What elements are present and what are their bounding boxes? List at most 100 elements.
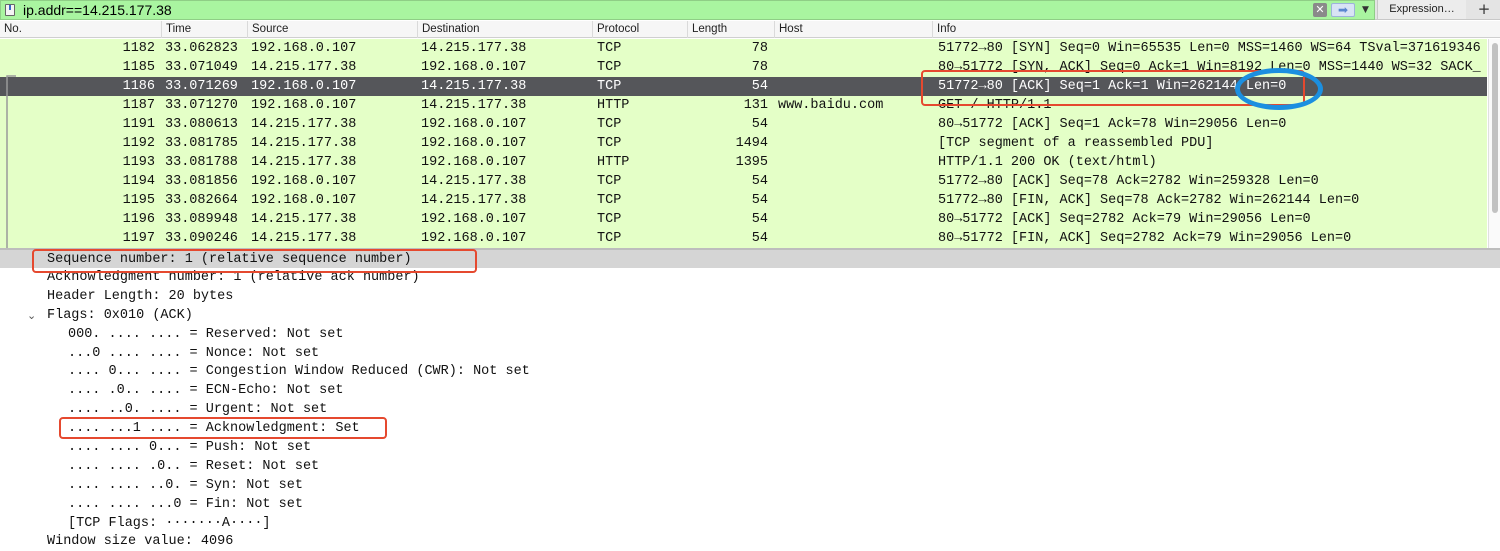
packet-no: 1195	[122, 193, 155, 208]
packet-info: 51772→80 [SYN] Seq=0 Win=65535 Len=0 MSS…	[938, 41, 1481, 56]
column-header-length[interactable]: Length	[687, 21, 774, 38]
packet-destination: 14.215.177.38	[421, 79, 527, 94]
related-packet-bracket-icon	[6, 75, 16, 248]
packet-protocol: TCP	[597, 231, 622, 246]
packet-time: 33.082664	[165, 193, 238, 208]
packet-destination: 14.215.177.38	[421, 98, 527, 113]
filter-bookmark-icon[interactable]	[5, 4, 15, 16]
flag-reserved[interactable]: 000. .... .... = Reserved: Not set	[68, 325, 343, 344]
packet-protocol: TCP	[597, 212, 622, 227]
packet-length: 78	[751, 41, 768, 56]
packet-host	[778, 172, 928, 191]
packet-length: 1395	[735, 155, 768, 170]
scrollbar-thumb[interactable]	[1492, 43, 1498, 213]
packet-no: 1185	[122, 60, 155, 75]
flag-reset[interactable]: .... .... .0.. = Reset: Not set	[68, 457, 319, 476]
packet-source: 14.215.177.38	[251, 60, 357, 75]
packet-info: HTTP/1.1 200 OK (text/html)	[938, 155, 1157, 170]
packet-protocol: TCP	[597, 41, 622, 56]
packet-protocol: HTTP	[597, 98, 630, 113]
packet-row[interactable]: 1192 33.081785 14.215.177.38 192.168.0.1…	[0, 134, 1487, 153]
column-header-source[interactable]: Source	[247, 21, 417, 38]
packet-time: 33.090246	[165, 231, 238, 246]
packet-details-pane: Sequence number: 1 (relative sequence nu…	[0, 250, 1500, 551]
display-filter-input[interactable]	[23, 1, 1303, 19]
packet-source: 14.215.177.38	[251, 117, 357, 132]
packet-row[interactable]: 1197 33.090246 14.215.177.38 192.168.0.1…	[0, 229, 1487, 248]
annotation-ack-flag-highlight	[59, 417, 387, 439]
packet-protocol: TCP	[597, 193, 622, 208]
packet-time: 33.081785	[165, 136, 238, 151]
packet-protocol: HTTP	[597, 155, 630, 170]
packet-time: 33.089948	[165, 212, 238, 227]
packet-source: 14.215.177.38	[251, 212, 357, 227]
filter-history-dropdown-icon[interactable]: ▼	[1362, 3, 1372, 17]
packet-time: 33.071270	[165, 98, 238, 113]
packet-length: 54	[751, 79, 768, 94]
packet-row[interactable]: 1193 33.081788 14.215.177.38 192.168.0.1…	[0, 153, 1487, 172]
column-header-protocol[interactable]: Protocol	[592, 21, 687, 38]
detail-header-length[interactable]: Header Length: 20 bytes	[47, 287, 233, 306]
flag-push[interactable]: .... .... 0... = Push: Not set	[68, 438, 311, 457]
packet-row[interactable]: 1194 33.081856 192.168.0.107 14.215.177.…	[0, 172, 1487, 191]
packet-host	[778, 229, 928, 248]
packet-host	[778, 191, 928, 210]
packet-no: 1193	[122, 155, 155, 170]
packet-source: 14.215.177.38	[251, 136, 357, 151]
packet-no: 1196	[122, 212, 155, 227]
clear-filter-icon[interactable]: ✕	[1313, 3, 1327, 17]
packet-host: www.baidu.com	[778, 98, 884, 113]
packet-length: 54	[751, 117, 768, 132]
apply-filter-icon[interactable]: ➡	[1331, 3, 1355, 17]
packet-row[interactable]: 1195 33.082664 192.168.0.107 14.215.177.…	[0, 191, 1487, 210]
packet-length: 54	[751, 212, 768, 227]
expand-chevron-icon[interactable]: ⌄	[27, 306, 39, 325]
packet-row[interactable]: 1196 33.089948 14.215.177.38 192.168.0.1…	[0, 210, 1487, 229]
packet-info: 80→51772 [ACK] Seq=2782 Ack=79 Win=29056…	[938, 212, 1311, 227]
packet-destination: 14.215.177.38	[421, 193, 527, 208]
detail-window-size[interactable]: Window size value: 4096	[47, 532, 233, 551]
packet-destination: 14.215.177.38	[421, 41, 527, 56]
column-header-destination[interactable]: Destination	[417, 21, 592, 38]
flag-fin[interactable]: .... .... ...0 = Fin: Not set	[68, 495, 303, 514]
packet-source: 14.215.177.38	[251, 155, 357, 170]
packet-row[interactable]: 1191 33.080613 14.215.177.38 192.168.0.1…	[0, 115, 1487, 134]
packet-source: 192.168.0.107	[251, 79, 357, 94]
packet-time: 33.071269	[165, 79, 238, 94]
tcp-flags-summary[interactable]: [TCP Flags: ·······A····]	[68, 514, 271, 533]
detail-flags[interactable]: Flags: 0x010 (ACK)	[47, 306, 193, 325]
packet-protocol: TCP	[597, 117, 622, 132]
annotation-len-circle	[1235, 68, 1323, 110]
column-header-time[interactable]: Time	[161, 21, 247, 38]
packet-length: 54	[751, 174, 768, 189]
packet-list-header: No. Time Source Destination Protocol Len…	[0, 21, 1500, 38]
packet-source: 192.168.0.107	[251, 41, 357, 56]
column-header-host[interactable]: Host	[774, 21, 932, 38]
packet-no: 1197	[122, 231, 155, 246]
packet-destination: 14.215.177.38	[421, 174, 527, 189]
packet-time: 33.081788	[165, 155, 238, 170]
flag-ecn-echo[interactable]: .... .0.. .... = ECN-Echo: Not set	[68, 381, 343, 400]
packet-no: 1182	[122, 41, 155, 56]
flag-nonce[interactable]: ...0 .... .... = Nonce: Not set	[68, 344, 319, 363]
packet-destination: 192.168.0.107	[421, 60, 527, 75]
packet-no: 1194	[122, 174, 155, 189]
flag-syn[interactable]: .... .... ..0. = Syn: Not set	[68, 476, 303, 495]
packet-protocol: TCP	[597, 60, 622, 75]
packet-source: 192.168.0.107	[251, 193, 357, 208]
packet-host	[778, 210, 928, 229]
packet-row[interactable]: 1182 33.062823 192.168.0.107 14.215.177.…	[0, 39, 1487, 58]
packet-list-scrollbar[interactable]	[1488, 39, 1500, 248]
packet-info: 51772→80 [ACK] Seq=78 Ack=2782 Win=25932…	[938, 174, 1319, 189]
add-filter-button-icon[interactable]: +	[1476, 0, 1492, 19]
flag-cwr[interactable]: .... 0... .... = Congestion Window Reduc…	[68, 362, 530, 381]
packet-destination: 192.168.0.107	[421, 117, 527, 132]
packet-source: 192.168.0.107	[251, 174, 357, 189]
packet-destination: 192.168.0.107	[421, 231, 527, 246]
packet-time: 33.080613	[165, 117, 238, 132]
expression-button[interactable]: Expression…	[1377, 0, 1466, 19]
column-header-info[interactable]: Info	[932, 21, 1500, 38]
packet-info: 80→51772 [FIN, ACK] Seq=2782 Ack=79 Win=…	[938, 231, 1352, 246]
packet-no: 1187	[122, 98, 155, 113]
column-header-no[interactable]: No.	[0, 21, 160, 38]
